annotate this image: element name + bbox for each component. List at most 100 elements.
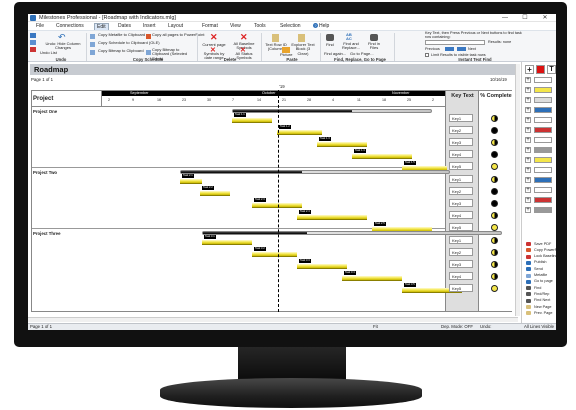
- toolbox-command[interactable]: Metafile: [534, 273, 547, 277]
- symbol-swatch-icon[interactable]: [534, 97, 552, 103]
- symbol-swatch-icon[interactable]: [534, 87, 552, 93]
- print-icon[interactable]: [30, 40, 36, 45]
- menu-view[interactable]: View: [228, 23, 243, 29]
- toolbox-command[interactable]: Go to page: [534, 279, 553, 283]
- task-bar[interactable]: [317, 142, 367, 147]
- key-text-cell[interactable]: Key3: [449, 199, 473, 207]
- toolbox-command[interactable]: New Page: [534, 305, 552, 309]
- task-bar[interactable]: [277, 130, 322, 135]
- task-bar[interactable]: [202, 240, 252, 245]
- add-row-icon[interactable]: +: [525, 187, 531, 193]
- find-again-button[interactable]: Find again...: [324, 51, 346, 56]
- undo-icon[interactable]: ↶: [58, 33, 68, 42]
- key-text-cell[interactable]: Key4: [449, 272, 473, 280]
- key-text-cell[interactable]: Key1: [449, 236, 473, 244]
- menu-connections[interactable]: Connections: [54, 23, 86, 29]
- task-bar[interactable]: [297, 215, 367, 220]
- maximize-button[interactable]: ☐: [518, 14, 532, 22]
- symbol-swatch-icon[interactable]: [534, 107, 552, 113]
- task-bar[interactable]: [252, 203, 302, 208]
- limit-results-checkbox[interactable]: [425, 53, 429, 57]
- key-text-cell[interactable]: Key2: [449, 248, 473, 256]
- project-name[interactable]: Project One: [33, 109, 57, 114]
- toolbox-command[interactable]: Send: [534, 267, 543, 271]
- text-tool-icon[interactable]: T: [547, 65, 556, 74]
- task-bar[interactable]: [232, 118, 272, 123]
- horizontal-scrollbar[interactable]: [28, 317, 518, 322]
- task-bar[interactable]: [297, 264, 347, 269]
- add-row-icon[interactable]: +: [525, 137, 531, 143]
- key-text-cell[interactable]: Key1: [449, 175, 473, 183]
- vertical-scrollbar[interactable]: [515, 64, 520, 316]
- toolbox-command[interactable]: Find: [534, 286, 541, 290]
- toolbox-command[interactable]: Find Next: [534, 298, 550, 302]
- key-text-cell[interactable]: Key4: [449, 211, 473, 219]
- close-file-icon[interactable]: [30, 47, 36, 52]
- add-row-icon[interactable]: +: [525, 157, 531, 163]
- menu-layout[interactable]: Layout: [166, 23, 185, 29]
- instant-find-input[interactable]: [425, 40, 485, 45]
- copy-schedule-ole-button[interactable]: Copy Schedule to Clipboard (OLE): [98, 40, 160, 45]
- go-to-page-button[interactable]: Go to Page...: [350, 51, 374, 56]
- symbol-swatch-icon[interactable]: [534, 207, 552, 213]
- key-text-cell[interactable]: Key3: [449, 260, 473, 268]
- add-row-icon[interactable]: +: [525, 77, 531, 83]
- add-row-icon[interactable]: +: [525, 197, 531, 203]
- key-text-cell[interactable]: Key4: [449, 150, 473, 158]
- toolbox-command[interactable]: Copy PowerPoint: [534, 248, 556, 252]
- task-bar[interactable]: [352, 154, 412, 159]
- menu-edit[interactable]: Edit: [94, 23, 109, 30]
- task-bar[interactable]: [252, 252, 297, 257]
- menu-format[interactable]: Format: [200, 23, 220, 29]
- key-text-cell[interactable]: Key5: [449, 162, 473, 170]
- explorer-text-button[interactable]: Explorer Text Block (3 Clear): [290, 42, 316, 56]
- find-button[interactable]: Find: [326, 42, 334, 47]
- key-text-cell[interactable]: Key2: [449, 126, 473, 134]
- add-row-icon[interactable]: +: [525, 87, 531, 93]
- add-row-icon[interactable]: +: [525, 207, 531, 213]
- key-text-cell[interactable]: Key2: [449, 187, 473, 195]
- summary-bar[interactable]: [202, 231, 502, 235]
- menu-insert[interactable]: Insert: [141, 23, 158, 29]
- key-text-cell[interactable]: Key1: [449, 114, 473, 122]
- status-fit[interactable]: Fit: [373, 324, 378, 330]
- task-bar[interactable]: [342, 276, 402, 281]
- symbol-swatch-icon[interactable]: [534, 77, 552, 83]
- menu-tools[interactable]: Tools: [252, 23, 268, 29]
- task-bar[interactable]: [180, 179, 202, 184]
- task-bar[interactable]: [200, 191, 230, 196]
- toolbox-command[interactable]: Lock Baseline: [534, 254, 556, 258]
- menu-help[interactable]: ? Help: [311, 23, 331, 29]
- symbol-swatch-icon[interactable]: [534, 117, 552, 123]
- minimize-button[interactable]: —: [498, 14, 512, 22]
- next-arrow-icon[interactable]: [457, 47, 466, 51]
- find-in-files-button[interactable]: Find in Files: [366, 41, 382, 51]
- project-name[interactable]: Project Three: [33, 231, 60, 236]
- add-row-icon[interactable]: +: [525, 97, 531, 103]
- copy-metafile-button[interactable]: Copy Metafile to Clipboard: [98, 32, 145, 37]
- menu-file[interactable]: File: [34, 23, 46, 29]
- toolbox-command[interactable]: Save PDF: [534, 242, 551, 246]
- roadmap-title[interactable]: Roadmap: [30, 64, 515, 75]
- symbol-swatch-icon[interactable]: [534, 127, 552, 133]
- copy-bitmap-button[interactable]: Copy Bitmap to Clipboard: [98, 48, 144, 53]
- add-row-icon[interactable]: +: [525, 177, 531, 183]
- find-replace-button[interactable]: Find and Replace...: [338, 41, 364, 51]
- save-icon[interactable]: [30, 33, 36, 38]
- summary-bar[interactable]: [232, 109, 432, 113]
- previous-arrow-icon[interactable]: [445, 47, 454, 51]
- key-text-cell[interactable]: Key5: [449, 284, 473, 292]
- summary-bar[interactable]: [180, 170, 450, 174]
- project-name[interactable]: Project Two: [33, 170, 57, 175]
- toolbox-command[interactable]: Prev. Page: [534, 311, 553, 315]
- undo-list-button[interactable]: Undo List: [40, 50, 57, 55]
- add-row-icon[interactable]: +: [525, 147, 531, 153]
- next-button[interactable]: Next: [468, 47, 476, 51]
- menu-selection[interactable]: Selection: [278, 23, 303, 29]
- symbol-swatch-icon[interactable]: [534, 177, 552, 183]
- symbol-swatch-icon[interactable]: [534, 197, 552, 203]
- close-button[interactable]: ✕: [538, 14, 552, 22]
- add-row-icon[interactable]: +: [525, 127, 531, 133]
- symbol-swatch-icon[interactable]: [534, 187, 552, 193]
- add-row-icon[interactable]: +: [525, 167, 531, 173]
